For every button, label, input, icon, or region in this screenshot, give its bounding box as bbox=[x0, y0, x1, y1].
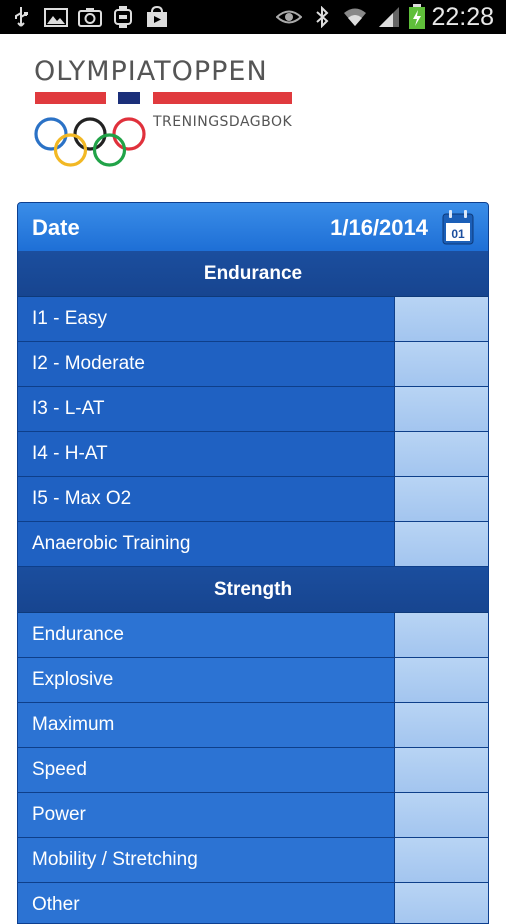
list-item[interactable]: Speed bbox=[18, 748, 488, 793]
status-bar: 22:28 bbox=[0, 0, 506, 34]
row-label: I2 - Moderate bbox=[32, 353, 145, 374]
flag-bar-navy bbox=[118, 92, 140, 104]
duration-input[interactable] bbox=[394, 387, 488, 431]
list-item[interactable]: Power bbox=[18, 793, 488, 838]
camera-icon bbox=[78, 8, 102, 27]
gallery-icon bbox=[44, 8, 68, 27]
list-item[interactable]: Other bbox=[18, 883, 488, 923]
list-item[interactable]: I4 - H-AT bbox=[18, 432, 488, 477]
duration-input[interactable] bbox=[394, 838, 488, 882]
flag-bar-red-right bbox=[153, 92, 292, 104]
duration-input[interactable] bbox=[394, 883, 488, 923]
row-label: I3 - L-AT bbox=[32, 398, 105, 419]
list-item[interactable]: Endurance bbox=[18, 613, 488, 658]
list-item[interactable]: Maximum bbox=[18, 703, 488, 748]
list-item[interactable]: I3 - L-AT bbox=[18, 387, 488, 432]
duration-input[interactable] bbox=[394, 703, 488, 747]
logo-subtitle: TRENINGSDAGBOK bbox=[153, 114, 293, 130]
eye-icon bbox=[276, 10, 302, 24]
row-label: Anaerobic Training bbox=[32, 533, 191, 554]
section-header-endurance: Endurance bbox=[18, 251, 488, 297]
section-title: Strength bbox=[213, 579, 293, 600]
duration-input[interactable] bbox=[394, 658, 488, 702]
list-item[interactable]: Explosive bbox=[18, 658, 488, 703]
usb-icon bbox=[15, 7, 28, 27]
date-label: Date bbox=[32, 215, 80, 240]
app-header: OLYMPIATOPPEN TRENINGSDAGBOK bbox=[0, 34, 506, 202]
logo-title: OLYMPIATOPPEN bbox=[34, 56, 268, 87]
list-item[interactable]: I1 - Easy bbox=[18, 297, 488, 342]
row-label: I4 - H-AT bbox=[32, 443, 108, 464]
list-item[interactable]: Mobility / Stretching bbox=[18, 838, 488, 883]
duration-input[interactable] bbox=[394, 793, 488, 837]
flag-bar-red-left bbox=[35, 92, 106, 104]
battery-charging-icon bbox=[409, 4, 425, 29]
duration-input[interactable] bbox=[394, 613, 488, 657]
calendar-day: 01 bbox=[451, 227, 465, 241]
olympic-rings-icon bbox=[34, 117, 146, 167]
bluetooth-icon bbox=[316, 6, 329, 28]
section-title: Endurance bbox=[203, 263, 303, 284]
duration-input[interactable] bbox=[394, 297, 488, 341]
row-label: Endurance bbox=[32, 624, 124, 645]
row-label: Mobility / Stretching bbox=[32, 849, 198, 870]
row-label: Maximum bbox=[32, 714, 115, 735]
section-header-strength: Strength bbox=[18, 567, 488, 613]
duration-input[interactable] bbox=[394, 477, 488, 521]
row-label: Power bbox=[32, 804, 86, 825]
watch-icon bbox=[114, 6, 132, 28]
row-label: Speed bbox=[32, 759, 87, 780]
row-label: Explosive bbox=[32, 669, 114, 690]
duration-input[interactable] bbox=[394, 748, 488, 792]
calendar-icon[interactable]: 01 bbox=[442, 209, 474, 245]
status-time: 22:28 bbox=[431, 3, 494, 31]
list-item[interactable]: Anaerobic Training bbox=[18, 522, 488, 567]
duration-input[interactable] bbox=[394, 432, 488, 476]
date-value[interactable]: 1/16/2014 bbox=[330, 215, 428, 241]
row-label: Other bbox=[32, 894, 80, 915]
signal-icon bbox=[379, 7, 399, 27]
row-label: I5 - Max O2 bbox=[32, 488, 132, 509]
row-label: I1 - Easy bbox=[32, 308, 107, 329]
duration-input[interactable] bbox=[394, 342, 488, 386]
play-store-icon bbox=[147, 6, 167, 27]
list-item[interactable]: I5 - Max O2 bbox=[18, 477, 488, 522]
list-item[interactable]: I2 - Moderate bbox=[18, 342, 488, 387]
training-log-panel: Date 1/16/2014 01 Endurance I1 - Easy I2… bbox=[17, 202, 489, 924]
duration-input[interactable] bbox=[394, 522, 488, 566]
wifi-icon bbox=[344, 8, 366, 26]
date-row[interactable]: Date 1/16/2014 01 bbox=[18, 203, 488, 252]
